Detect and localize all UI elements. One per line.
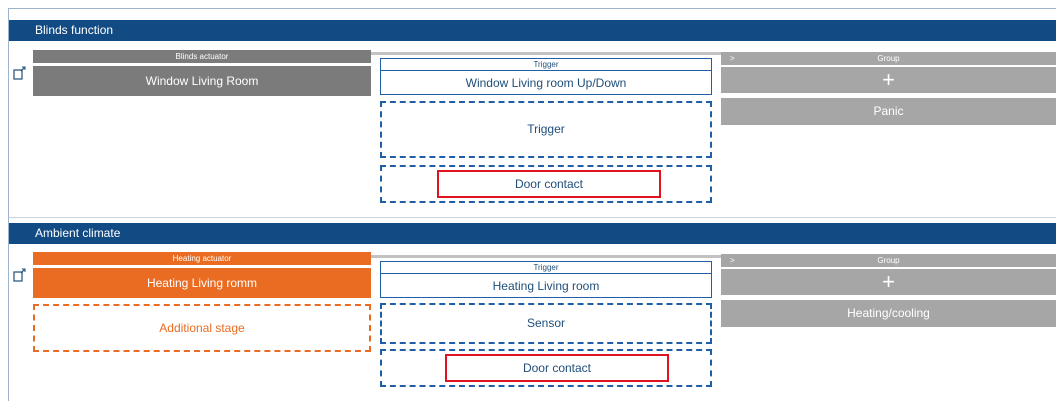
sensor-slot[interactable]: Sensor xyxy=(380,303,712,344)
section-divider xyxy=(9,217,1056,218)
expand-arrow-icon[interactable]: > xyxy=(730,254,735,267)
edit-icon[interactable] xyxy=(13,66,27,80)
actuator-label: Blinds actuator xyxy=(33,50,371,63)
section-title: Blinds function xyxy=(35,23,114,37)
group-name-panic[interactable]: Panic xyxy=(721,98,1056,125)
group-label: Group xyxy=(877,54,900,63)
add-group-button[interactable]: + xyxy=(721,268,1056,296)
group-label: Group xyxy=(877,256,900,265)
trigger-slot[interactable]: Trigger xyxy=(380,101,712,158)
group-header[interactable]: > Group xyxy=(721,254,1056,267)
actuator-label: Heating actuator xyxy=(33,252,371,265)
trigger-label: Trigger xyxy=(381,59,711,71)
trigger-card-heating[interactable]: Trigger Heating Living room xyxy=(380,261,712,298)
plus-icon: + xyxy=(882,67,895,92)
connector-line xyxy=(371,255,721,258)
plus-icon: + xyxy=(882,269,895,294)
section-title: Ambient climate xyxy=(35,226,121,240)
section-header-blinds[interactable]: Blinds function xyxy=(9,20,1056,41)
additional-stage-button[interactable]: Additional stage xyxy=(33,304,371,352)
trigger-card-window[interactable]: Trigger Window Living room Up/Down xyxy=(380,58,712,95)
section-header-ambient[interactable]: Ambient climate xyxy=(9,223,1056,244)
trigger-name: Window Living room Up/Down xyxy=(465,76,627,90)
door-contact-button[interactable]: Door contact xyxy=(437,170,661,198)
actuator-name-window-living-room[interactable]: Window Living Room xyxy=(33,66,371,96)
door-contact-button[interactable]: Door contact xyxy=(445,354,669,382)
add-group-button[interactable]: + xyxy=(721,66,1056,94)
group-header[interactable]: > Group xyxy=(721,52,1056,65)
actuator-name-heating-living-room[interactable]: Heating Living romm xyxy=(33,268,371,298)
expand-arrow-icon[interactable]: > xyxy=(730,52,735,65)
edit-icon[interactable] xyxy=(13,268,27,282)
trigger-name: Heating Living room xyxy=(492,279,600,293)
connector-line xyxy=(371,52,721,55)
trigger-label: Trigger xyxy=(381,262,711,274)
group-name-heating-cooling[interactable]: Heating/cooling xyxy=(721,300,1056,327)
